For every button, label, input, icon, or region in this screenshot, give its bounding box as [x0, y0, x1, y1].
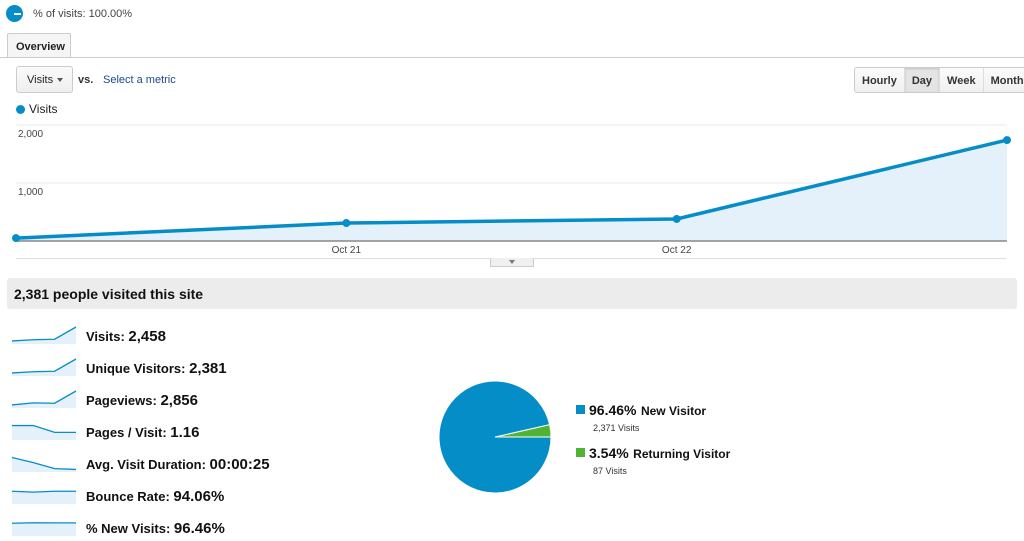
sparkline: [11, 456, 77, 472]
new-visitor-visits: 2,371 Visits: [593, 423, 640, 433]
sparkline-area: [12, 391, 76, 408]
visitor-type-pie: [438, 380, 552, 494]
segment-indicator: % of visits: 100.00%: [6, 5, 132, 22]
data-point: [1003, 136, 1011, 145]
select-metric-link[interactable]: Select a metric: [103, 74, 176, 86]
sparkline: [11, 326, 77, 344]
new-visitor-swatch: [576, 405, 585, 414]
pie-segment-icon: [6, 5, 23, 22]
sparkline: [12, 424, 76, 440]
metric-label: Visits: 2,458: [86, 328, 166, 345]
period-hourly-button[interactable]: Hourly: [855, 68, 904, 92]
metric-label: Avg. Visit Duration: 00:00:25: [86, 456, 270, 473]
metric-value: 00:00:25: [209, 456, 270, 473]
legend-label: Visits: [29, 102, 58, 116]
data-point: [672, 214, 681, 223]
metric-value: 96.46%: [173, 520, 225, 537]
tab-overview[interactable]: Overview: [7, 33, 71, 58]
sparkline: [11, 490, 76, 504]
metric-row: % New Visits: 96.46%: [0, 512, 360, 541]
metric-label: % New Visits: 96.46%: [86, 520, 225, 537]
sparkline-line: [11, 522, 76, 524]
sparkline-area: [12, 491, 76, 504]
chevron-down-icon: [57, 78, 63, 82]
metric-dropdown-value: Visits: [27, 74, 54, 86]
collapse-chart-button[interactable]: [490, 258, 534, 267]
metric-row: Visits: 2,458: [0, 320, 360, 350]
pie-legend-returning-visitor: 3.54% Returning Visitor 87 Visits: [576, 445, 730, 476]
returning-visitor-swatch: [576, 448, 585, 457]
metric-value: 2,458: [128, 328, 166, 345]
metric-label: Pages / Visit: 1.16: [86, 424, 200, 441]
sparkline: [11, 358, 77, 376]
new-visitor-percent: 96.46%: [589, 402, 637, 418]
returning-visitor-label: Returning Visitor: [633, 447, 731, 461]
metric-label: Unique Visitors: 2,381: [86, 360, 227, 377]
sparkline-area: [12, 359, 76, 376]
data-point: [342, 219, 351, 228]
metric-row: Pageviews: 2,856: [0, 384, 360, 414]
returning-visitor-visits: 87 Visits: [593, 466, 627, 476]
summary-headline: 2,381 people visited this site: [7, 278, 1017, 309]
triangle-down-icon: [509, 260, 515, 264]
sparkline-area: [12, 327, 76, 344]
y-tick-label: 1,000: [18, 187, 43, 198]
metric-row: Unique Visitors: 2,381: [0, 352, 360, 382]
returning-visitor-percent: 3.54%: [589, 445, 629, 461]
segment-label: % of visits: 100.00%: [33, 7, 133, 20]
metric-dropdown[interactable]: Visits: [16, 66, 73, 93]
x-tick-label: Oct 22: [662, 245, 692, 256]
metric-row: Avg. Visit Duration: 00:00:25: [0, 448, 360, 478]
sparkline: [11, 522, 76, 536]
new-visitor-label: New Visitor: [640, 404, 707, 418]
data-point: [12, 234, 20, 243]
metric-value: 2,381: [189, 360, 227, 377]
chart-legend: Visits: [16, 102, 57, 116]
metric-value: 94.06%: [173, 488, 225, 505]
visits-chart: 2,000 1,000 Oct 21 Oct 22: [12, 124, 1011, 256]
visits-area: [16, 140, 1007, 241]
metric-row: Pages / Visit: 1.16: [0, 416, 360, 446]
period-toggle: Hourly Day Week Month: [854, 67, 1024, 93]
sparkline: [11, 390, 77, 408]
pie-slice-new-visitor: [438, 380, 552, 494]
period-day-button[interactable]: Day: [903, 68, 940, 92]
legend-dot-icon: [16, 104, 25, 114]
vs-label: vs.: [78, 74, 94, 86]
y-tick-label: 2,000: [18, 129, 43, 140]
tab-bar-divider: [0, 57, 1024, 58]
metric-label: Pageviews: 2,856: [86, 392, 198, 409]
metric-row: Bounce Rate: 94.06%: [0, 480, 360, 510]
metric-label: Bounce Rate: 94.06%: [86, 488, 225, 505]
period-month-button[interactable]: Month: [982, 68, 1024, 92]
sparkline-area: [12, 522, 76, 536]
period-week-button[interactable]: Week: [939, 68, 983, 92]
x-tick-label: Oct 21: [332, 245, 362, 256]
pie-legend-new-visitor: 96.46% New Visitor 2,371 Visits: [576, 402, 706, 433]
metric-value: 1.16: [170, 424, 200, 441]
metric-value: 2,856: [160, 392, 198, 409]
